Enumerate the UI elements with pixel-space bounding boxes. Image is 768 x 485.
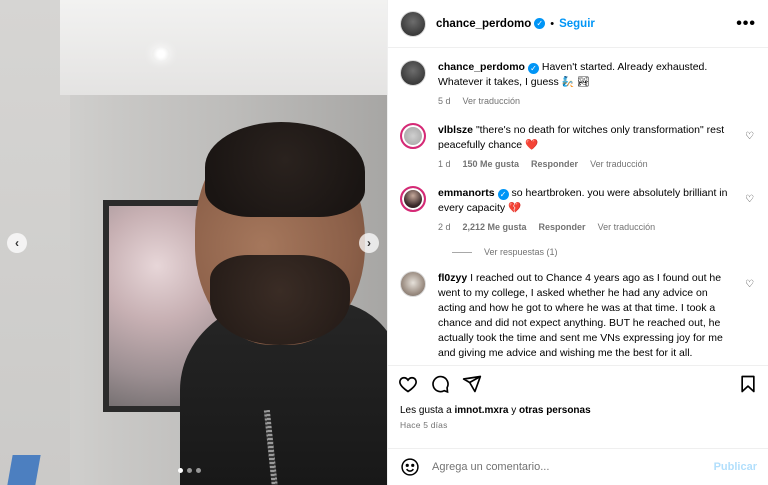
broken-heart-emoji: 💔: [508, 202, 522, 214]
like-comment-heart-icon[interactable]: ♡: [745, 279, 754, 290]
avatar[interactable]: [400, 10, 426, 37]
comment-item: fl0zyy I reached out to Chance 4 years a…: [400, 271, 756, 361]
post-username[interactable]: chance_perdomo: [436, 18, 531, 30]
verified-icon: ✓: [497, 189, 509, 200]
comment-bubble-icon[interactable]: [430, 374, 450, 394]
post-timestamp[interactable]: Hace 5 días: [388, 420, 768, 430]
translate-link[interactable]: Ver traducción: [463, 94, 521, 109]
caption-age[interactable]: 5 d: [438, 94, 451, 109]
person-hair: [205, 122, 365, 217]
comment-text: I reached out to Chance 4 years ago as I…: [438, 272, 723, 359]
caption-meta: 5 d Ver traducción: [438, 94, 736, 109]
more-options-icon[interactable]: •••: [736, 15, 756, 33]
comment-input[interactable]: [432, 461, 714, 473]
carousel-prev-button[interactable]: ‹: [7, 233, 27, 253]
carousel-dot: [178, 468, 183, 473]
chevron-left-icon: ‹: [15, 236, 19, 250]
replies-divider: [452, 251, 472, 253]
publish-button[interactable]: Publicar: [714, 461, 757, 473]
post-photo[interactable]: [0, 0, 387, 485]
post-side-panel: chance_perdomo ✓ • Seguir ••• chance_per…: [387, 0, 768, 485]
person-beard: [210, 255, 350, 345]
follow-button[interactable]: Seguir: [559, 18, 595, 30]
view-replies-button[interactable]: Ver respuestas (1): [452, 247, 756, 257]
photo-ceiling: [60, 0, 387, 95]
caption-username[interactable]: chance_perdomo: [438, 61, 525, 73]
share-send-icon[interactable]: [462, 374, 482, 394]
separator-dot: •: [550, 17, 555, 30]
caption-text-line2: Whatever it takes, I guess: [438, 76, 559, 88]
comment-age[interactable]: 2 d: [438, 220, 451, 235]
emoji-smile-icon[interactable]: [400, 457, 420, 477]
carousel-next-button[interactable]: ›: [359, 233, 379, 253]
avatar[interactable]: [400, 123, 426, 149]
verified-icon: ✓: [527, 63, 539, 74]
bookmark-icon[interactable]: [738, 374, 758, 394]
avatar[interactable]: [400, 186, 426, 212]
comments-list[interactable]: chance_perdomo ✓ Haven't started. Already…: [388, 48, 768, 365]
comment-likes[interactable]: 2,212 Me gusta: [463, 220, 527, 235]
carousel-dot: [187, 468, 192, 473]
likes-connector: y: [511, 405, 517, 416]
post-header: chance_perdomo ✓ • Seguir •••: [388, 0, 768, 48]
like-comment-heart-icon[interactable]: ♡: [745, 131, 754, 142]
carousel-dots: [178, 468, 201, 473]
post-actions: [388, 365, 768, 401]
reply-button[interactable]: Responder: [531, 157, 578, 172]
likes-summary: Les gusta a imnot.mxra y otras personas: [388, 405, 768, 416]
verified-icon: ✓: [534, 18, 546, 29]
comment-username[interactable]: fl0zyy: [438, 272, 467, 284]
caption-text: Haven't started. Already exhausted.: [541, 61, 708, 73]
likes-others[interactable]: otras personas: [519, 405, 591, 416]
comment-item: vlblsze "there's no death for witches on…: [400, 123, 756, 172]
like-comment-heart-icon[interactable]: ♡: [745, 194, 754, 205]
avatar[interactable]: [400, 271, 426, 297]
comment-meta: 2 d 2,212 Me gusta Responder Ver traducc…: [438, 220, 736, 235]
likes-prefix: Les gusta a: [400, 405, 452, 416]
chevron-right-icon: ›: [367, 236, 371, 250]
comment-meta: 1 d 150 Me gusta Responder Ver traducció…: [438, 157, 736, 172]
translate-link[interactable]: Ver traducción: [598, 220, 656, 235]
view-replies-label: Ver respuestas (1): [484, 247, 558, 257]
avatar[interactable]: [400, 60, 426, 86]
heart-emoji: ❤️: [524, 139, 539, 151]
reply-button[interactable]: Responder: [539, 220, 586, 235]
comment-username[interactable]: vlblsze: [438, 124, 473, 136]
liker-username[interactable]: imnot.mxra: [455, 405, 509, 416]
blue-object: [7, 455, 41, 485]
like-heart-icon[interactable]: [398, 374, 418, 394]
ceiling-light: [152, 47, 170, 61]
add-comment-bar: Publicar: [388, 448, 768, 485]
carousel-dot: [196, 468, 201, 473]
translate-link[interactable]: Ver traducción: [590, 157, 648, 172]
comment-item: emmanorts ✓ so heartbroken. you were abso…: [400, 186, 756, 235]
comment-age[interactable]: 1 d: [438, 157, 451, 172]
caption-emoji: 🧞 🏞: [561, 77, 590, 88]
comment-username[interactable]: emmanorts: [438, 187, 495, 199]
post-caption: chance_perdomo ✓ Haven't started. Already…: [400, 60, 756, 109]
comment-text: "there's no death for witches only trans…: [438, 124, 725, 151]
comment-likes[interactable]: 150 Me gusta: [463, 157, 520, 172]
